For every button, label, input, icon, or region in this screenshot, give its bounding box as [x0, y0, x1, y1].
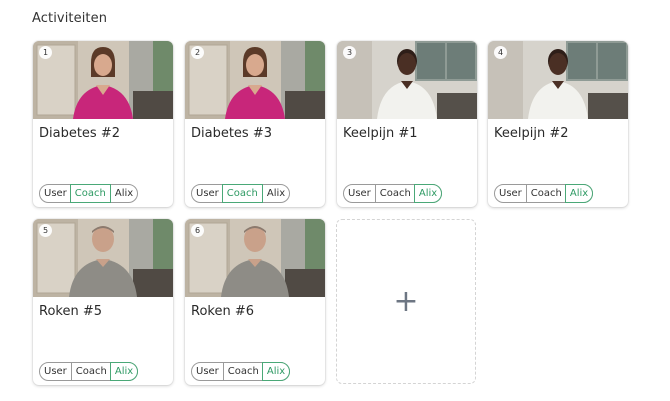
section-title: Activiteiten	[32, 11, 108, 26]
card-title: Roken #5	[39, 304, 103, 319]
mode-coach[interactable]: Coach	[69, 184, 111, 203]
card-title: Diabetes #3	[191, 126, 273, 141]
card-title: Roken #6	[191, 304, 255, 319]
mode-alix[interactable]: Alix	[109, 185, 137, 202]
avatar-thumbnail: 5	[33, 219, 173, 297]
avatar-thumbnail: 2	[185, 41, 325, 119]
activity-card[interactable]: 5 Roken #5 User Coach Alix	[33, 219, 173, 385]
mode-selector[interactable]: User Coach Alix	[191, 362, 291, 381]
card-number-badge: 6	[191, 224, 204, 237]
mode-alix[interactable]: Alix	[261, 185, 289, 202]
activity-card[interactable]: 3 Keelpijn #1 User Coach Alix	[337, 41, 477, 207]
plus-icon: +	[393, 283, 419, 319]
card-number-badge: 5	[39, 224, 52, 237]
mode-user[interactable]: User	[40, 185, 71, 202]
avatar-thumbnail: 1	[33, 41, 173, 119]
card-title: Keelpijn #1	[343, 126, 418, 141]
mode-coach[interactable]: Coach	[221, 184, 263, 203]
mode-alix[interactable]: Alix	[109, 362, 139, 381]
avatar-thumbnail: 6	[185, 219, 325, 297]
card-number-badge: 4	[494, 46, 507, 59]
card-number-badge: 3	[343, 46, 356, 59]
mode-coach[interactable]: Coach	[70, 363, 111, 380]
mode-coach[interactable]: Coach	[525, 185, 566, 202]
mode-alix[interactable]: Alix	[413, 184, 443, 203]
activity-card[interactable]: 6 Roken #6 User Coach Alix	[185, 219, 325, 385]
card-number-badge: 1	[39, 46, 52, 59]
mode-selector[interactable]: User Coach Alix	[191, 184, 291, 203]
card-title: Diabetes #2	[39, 126, 121, 141]
mode-user[interactable]: User	[192, 185, 223, 202]
mode-selector[interactable]: User Coach Alix	[494, 184, 594, 203]
avatar-thumbnail: 4	[488, 41, 628, 119]
activity-card[interactable]: 2 Diabetes #3 User Coach Alix	[185, 41, 325, 207]
mode-user[interactable]: User	[495, 185, 526, 202]
card-number-badge: 2	[191, 46, 204, 59]
mode-coach[interactable]: Coach	[222, 363, 263, 380]
add-activity-button[interactable]: +	[336, 219, 476, 384]
mode-user[interactable]: User	[344, 185, 375, 202]
mode-user[interactable]: User	[40, 363, 71, 380]
avatar-thumbnail: 3	[337, 41, 477, 119]
mode-selector[interactable]: User Coach Alix	[39, 362, 139, 381]
activity-card[interactable]: 4 Keelpijn #2 User Coach Alix	[488, 41, 628, 207]
mode-selector[interactable]: User Coach Alix	[343, 184, 443, 203]
mode-alix[interactable]: Alix	[564, 184, 594, 203]
activity-card[interactable]: 1 Diabetes #2 User Coach Alix	[33, 41, 173, 207]
mode-user[interactable]: User	[192, 363, 223, 380]
card-title: Keelpijn #2	[494, 126, 569, 141]
mode-coach[interactable]: Coach	[374, 185, 415, 202]
mode-alix[interactable]: Alix	[261, 362, 291, 381]
mode-selector[interactable]: User Coach Alix	[39, 184, 139, 203]
